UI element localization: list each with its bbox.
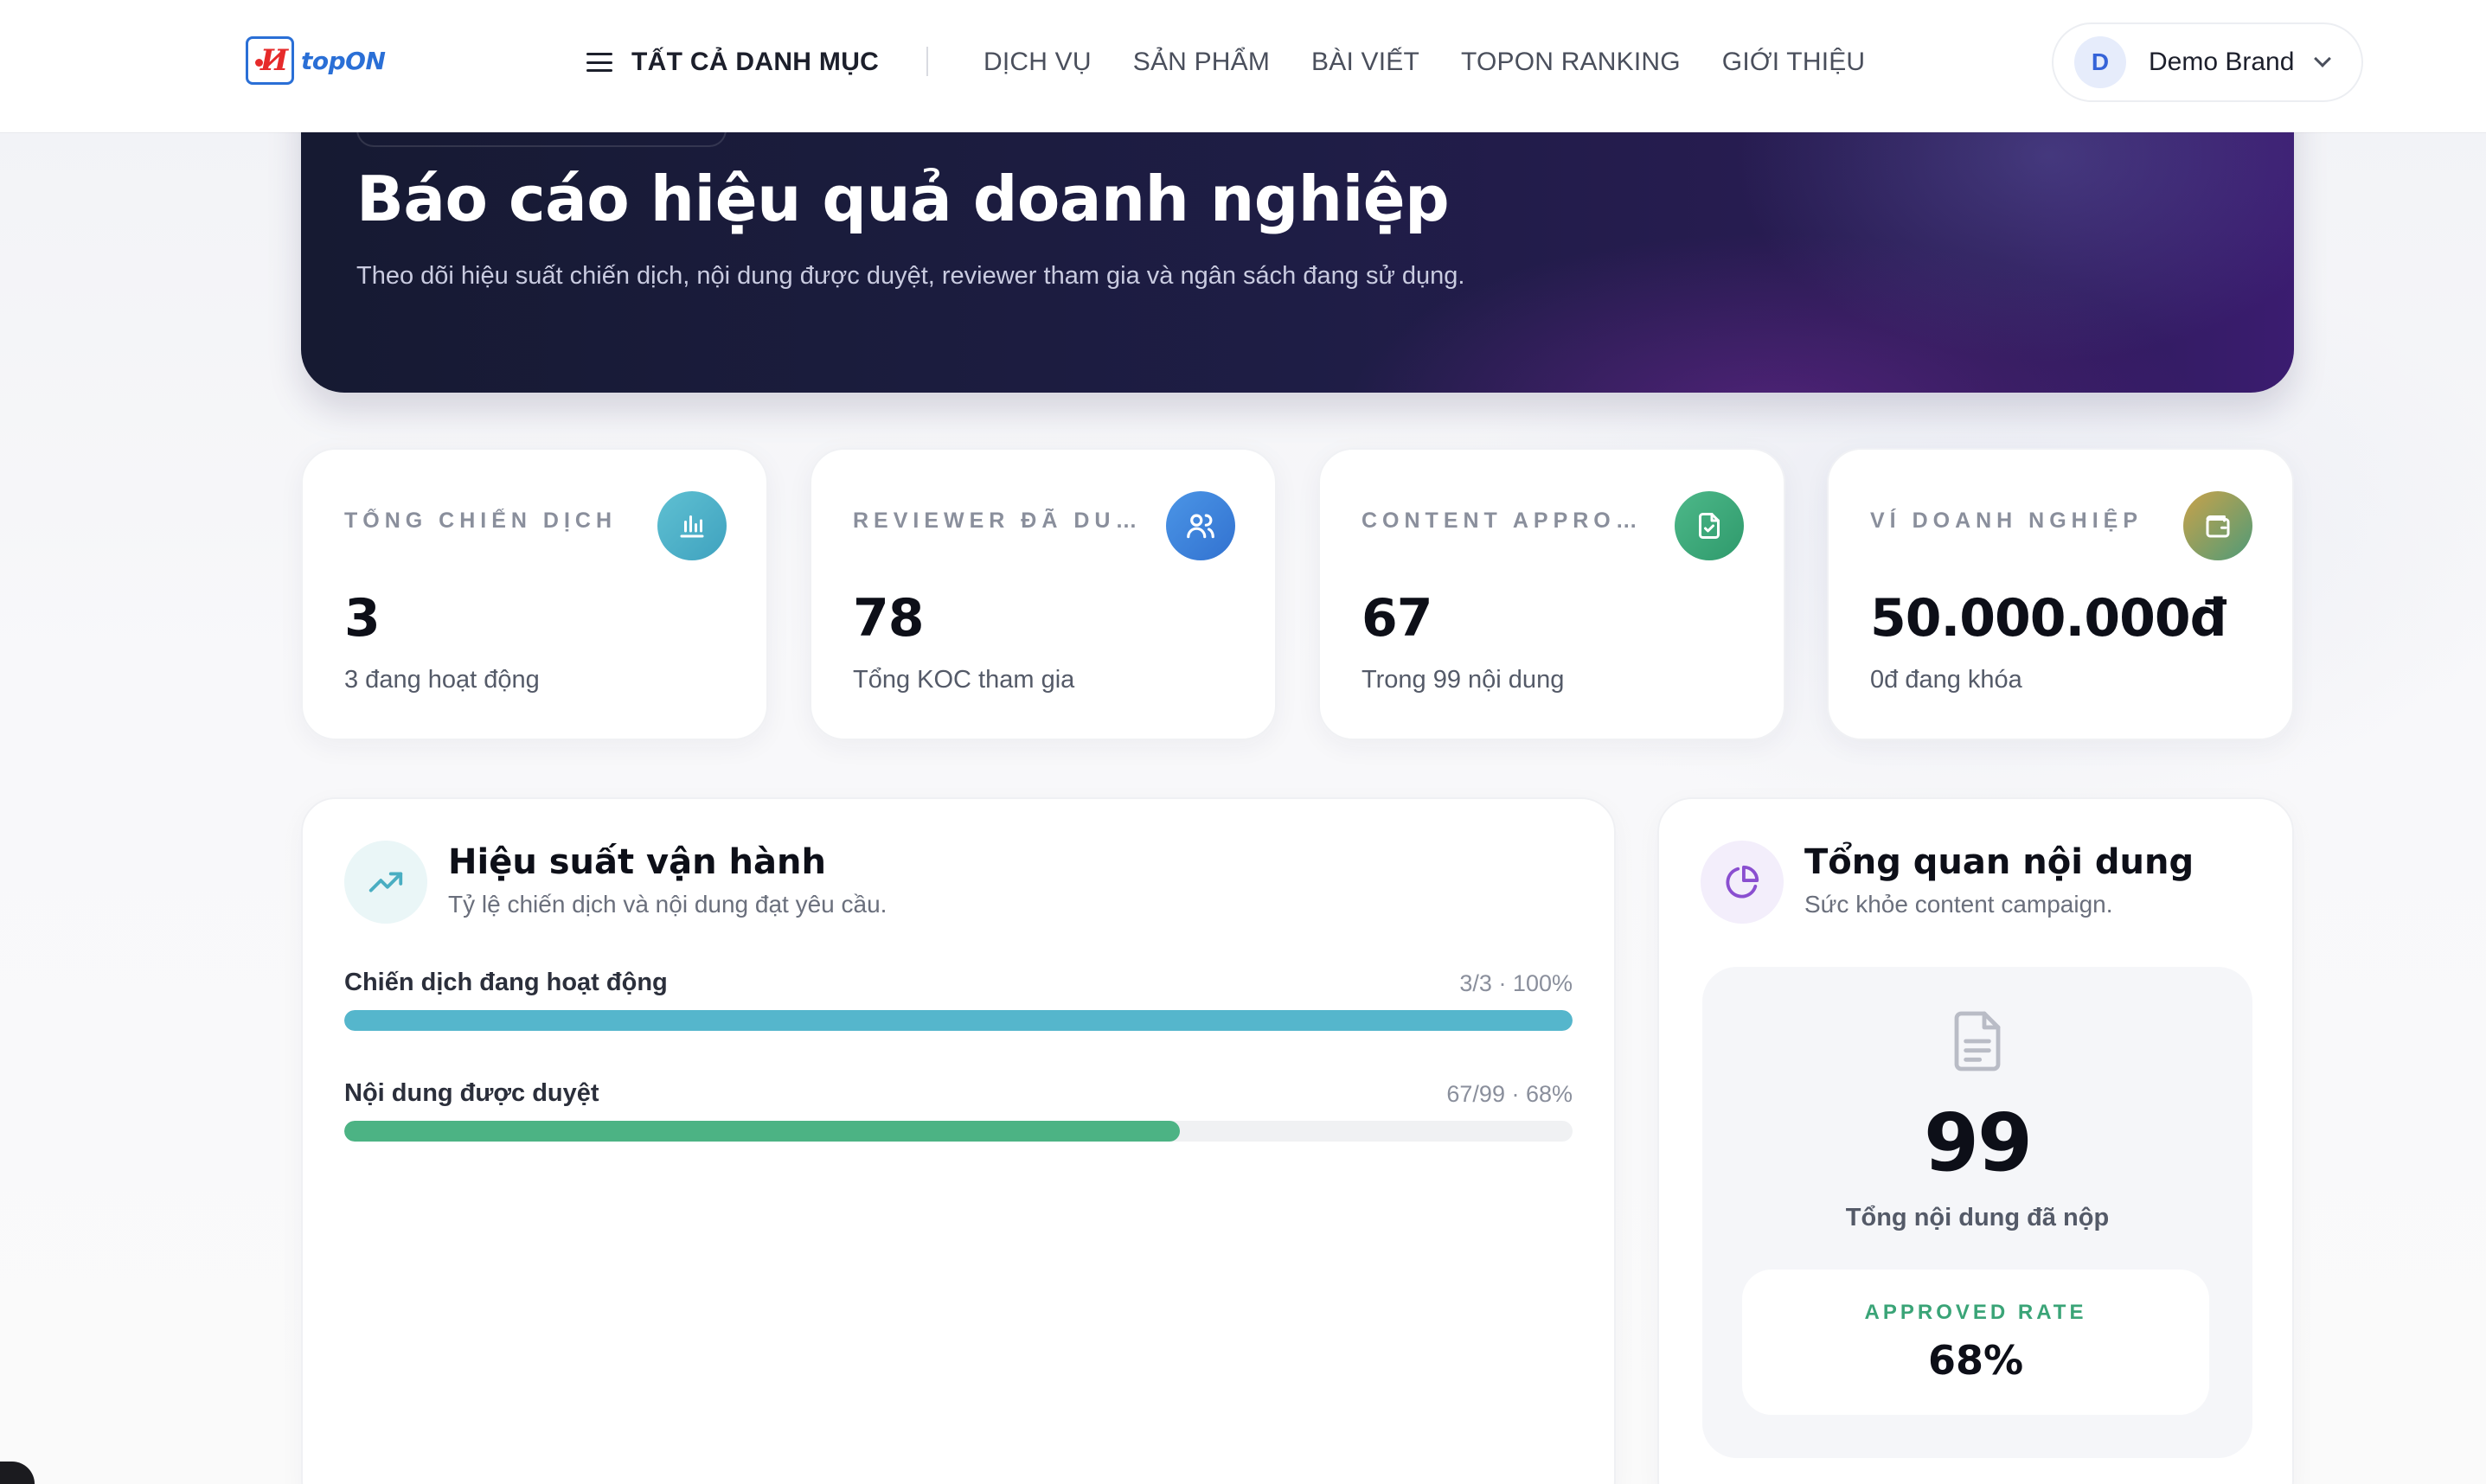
- topon-logo[interactable]: И topON: [246, 35, 386, 86]
- progress-fill: [344, 1010, 1573, 1031]
- overview-summary: 99 Tổng nội dung đã nộp APPROVED RATE 68…: [1702, 967, 2252, 1458]
- panel-subtitle: Tỷ lệ chiến dịch và nội dung đạt yêu cầu…: [448, 891, 887, 918]
- stat-value: 78: [853, 588, 924, 649]
- hero-banner: Báo cáo hiệu quả doanh nghiệp Theo dõi h…: [301, 86, 2294, 393]
- progress-meta: 3/3 · 100%: [1459, 970, 1573, 996]
- page-subtitle: Theo dõi hiệu suất chiến dịch, nội dung …: [356, 262, 1465, 290]
- progress-label: Chiến dịch đang hoạt động: [344, 969, 668, 996]
- stat-card-content: CONTENT APPROVED 67 Trong 99 nội dung: [1318, 448, 1785, 740]
- stat-label: VÍ DOANH NGHIỆP: [1870, 509, 2143, 533]
- nav-item-articles[interactable]: BÀI VIẾT: [1311, 48, 1419, 77]
- stat-card-wallet: VÍ DOANH NGHIỆP 50.000.000đ 0đ đang khóa: [1827, 448, 2294, 740]
- stat-card-reviewers: REVIEWER ĐÃ DUYỆT 78 Tổng KOC tham gia: [810, 448, 1277, 740]
- total-content-value: 99: [1923, 1097, 2033, 1189]
- content-overview-panel: Tổng quan nội dung Sức khỏe content camp…: [1657, 797, 2294, 1484]
- avatar: D: [2074, 36, 2126, 88]
- stat-sub: Trong 99 nội dung: [1362, 666, 1565, 694]
- file-check-icon: [1675, 491, 1744, 560]
- progress-track: [344, 1121, 1573, 1142]
- stat-value: 3: [344, 588, 381, 649]
- panel-title: Tổng quan nội dung: [1804, 842, 2194, 882]
- nav-item-services[interactable]: DỊCH VỤ: [984, 48, 1092, 77]
- approved-rate-label: APPROVED RATE: [1864, 1301, 2087, 1324]
- total-content-caption: Tổng nội dung đã nộp: [1845, 1204, 2110, 1231]
- panel-subtitle: Sức khỏe content campaign.: [1804, 891, 2113, 918]
- stat-sub: Tổng KOC tham gia: [853, 666, 1075, 694]
- document-icon: [1950, 1008, 2005, 1078]
- main-nav: DỊCH VỤ SẢN PHẨM BÀI VIẾT TOPON RANKING …: [984, 45, 1906, 80]
- stat-label: TỔNG CHIẾN DỊCH: [344, 509, 617, 533]
- stat-value: 67: [1362, 588, 1432, 649]
- page-title: Báo cáo hiệu quả doanh nghiệp: [356, 163, 1450, 235]
- nav-item-about[interactable]: GIỚI THIỆU: [1722, 48, 1866, 77]
- nav-item-ranking[interactable]: TOPON RANKING: [1461, 48, 1681, 77]
- user-name: Demo Brand: [2149, 48, 2295, 76]
- approved-rate-value: 68%: [1927, 1337, 2024, 1384]
- chevron-down-icon: [2314, 50, 2332, 67]
- nav-divider: [926, 47, 928, 76]
- stat-value: 50.000.000đ: [1870, 588, 2227, 649]
- users-icon: [1166, 491, 1235, 560]
- hamburger-icon: [586, 53, 612, 72]
- all-categories-label: TẤT CẢ DANH MỤC: [631, 48, 880, 76]
- pie-chart-icon: [1701, 841, 1784, 924]
- wallet-icon: [2183, 491, 2252, 560]
- performance-panel: Hiệu suất vận hành Tỷ lệ chiến dịch và n…: [301, 797, 1616, 1484]
- stat-card-campaigns: TỔNG CHIẾN DỊCH 3 3 đang hoạt động: [301, 448, 768, 740]
- user-menu-button[interactable]: D Demo Brand: [2052, 22, 2363, 102]
- stat-sub: 0đ đang khóa: [1870, 666, 2022, 694]
- logo-text: topON: [301, 46, 386, 75]
- top-navbar: И topON TẤT CẢ DANH MỤC DỊCH VỤ SẢN PHẨM…: [0, 0, 2486, 132]
- panel-title: Hiệu suất vận hành: [448, 842, 826, 882]
- progress-fill: [344, 1121, 1180, 1142]
- approved-rate-card: APPROVED RATE 68%: [1742, 1270, 2209, 1415]
- progress-meta: 67/99 · 68%: [1446, 1081, 1573, 1107]
- stat-label: REVIEWER ĐÃ DUYỆT: [853, 509, 1138, 533]
- trending-up-icon: [344, 841, 427, 924]
- progress-label: Nội dung được duyệt: [344, 1079, 599, 1107]
- stat-sub: 3 đang hoạt động: [344, 666, 540, 694]
- logo-mark-icon: И: [246, 36, 294, 85]
- all-categories-button[interactable]: TẤT CẢ DANH MỤC: [586, 45, 879, 80]
- progress-track: [344, 1010, 1573, 1031]
- stat-label: CONTENT APPROVED: [1362, 509, 1647, 533]
- bar-chart-icon: [657, 491, 727, 560]
- nav-item-products[interactable]: SẢN PHẨM: [1133, 48, 1270, 77]
